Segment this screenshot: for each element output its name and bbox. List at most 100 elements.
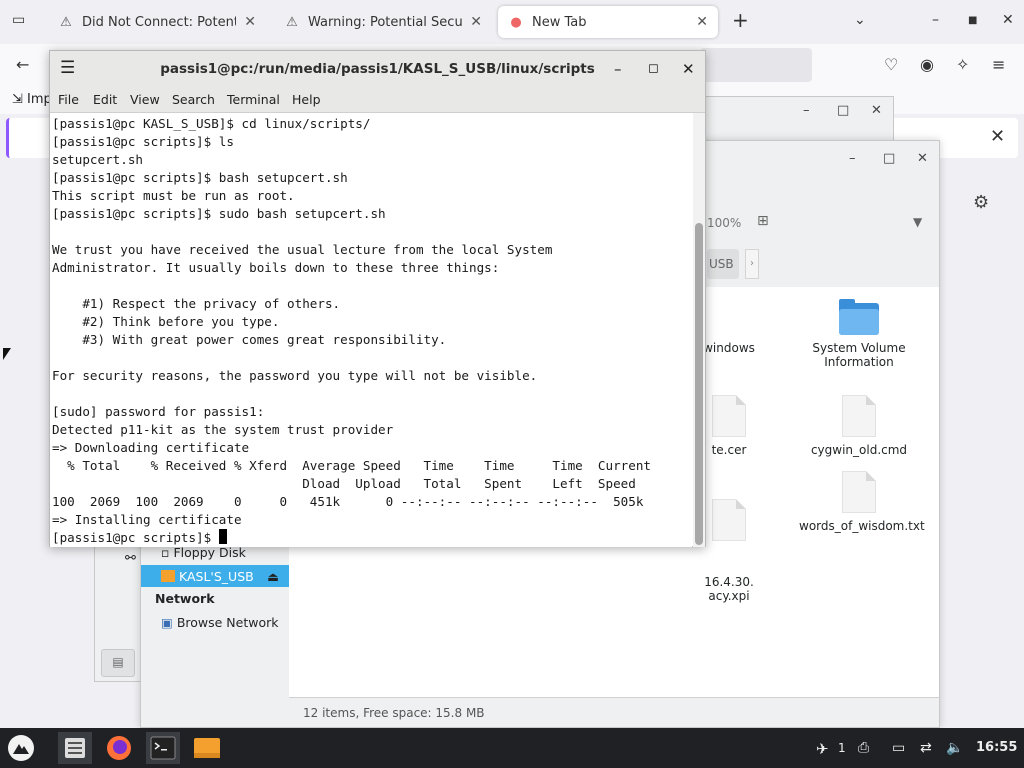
warning-icon: ⚠: [60, 14, 72, 30]
terminal-menubar: File Edit View Search Terminal Help: [50, 88, 705, 113]
file-item[interactable]: words_of_wisdom.txt: [799, 471, 925, 533]
usb-drive-icon: [161, 570, 175, 582]
document-icon: [842, 471, 876, 513]
file-manager-task[interactable]: [58, 732, 92, 764]
chevron-down-icon[interactable]: ⌄: [854, 12, 866, 28]
tab-did-not-connect[interactable]: ⚠ Did Not Connect: Potential Se ✕: [48, 6, 266, 38]
minimize-icon[interactable]: –: [614, 60, 622, 78]
url-bar[interactable]: [700, 48, 812, 82]
breadcrumb[interactable]: USB: [707, 249, 739, 279]
place-browse-network[interactable]: ▣ Browse Network: [141, 611, 289, 633]
notifications-icon[interactable]: ✈: [816, 740, 829, 758]
close-icon[interactable]: ✕: [871, 103, 882, 118]
eject-icon[interactable]: ⏏: [267, 569, 279, 584]
minimize-icon[interactable]: –: [932, 12, 939, 28]
printer-icon[interactable]: ⎙: [858, 740, 869, 756]
file-name: System Volume Information: [812, 341, 906, 369]
file-name: words_of_wisdom.txt: [799, 519, 925, 533]
file-name: cygwin_old.cmd: [810, 443, 908, 457]
place-usb[interactable]: KASL'S_USB ⏏: [141, 565, 289, 587]
import-bookmarks-button[interactable]: ⇲ Imp: [12, 92, 52, 107]
notification-count: 1: [838, 741, 846, 755]
terminal-line: [passis1@pc scripts]$ bash setupcert.sh: [52, 170, 348, 185]
terminal-line: Administrator. It usually boils down to …: [52, 260, 500, 275]
network-icon[interactable]: ⇄: [920, 740, 932, 756]
breadcrumb-label: USB: [709, 257, 734, 271]
close-tab-icon[interactable]: ✕: [696, 14, 708, 30]
terminal-line: Detected p11-kit as the system trust pro…: [52, 422, 394, 437]
terminal-window: ☰ passis1@pc:/run/media/passis1/KASL_S_U…: [49, 50, 706, 547]
terminal-output[interactable]: [passis1@pc KASL_S_USB]$ cd linux/script…: [50, 113, 692, 547]
extensions-icon[interactable]: ✧: [956, 55, 969, 74]
scrollbar[interactable]: [693, 113, 705, 547]
display-icon[interactable]: ▭: [892, 740, 905, 756]
file-item[interactable]: System Volume Information: [799, 299, 919, 369]
file-item[interactable]: cygwin_old.cmd: [799, 395, 919, 457]
document-icon: [712, 499, 746, 541]
network-icon: ▣: [161, 614, 173, 630]
account-icon[interactable]: ◉: [920, 55, 934, 74]
status-bar: 12 items, Free space: 15.8 MB: [289, 697, 939, 727]
close-icon[interactable]: ✕: [682, 60, 695, 78]
maximize-icon[interactable]: □: [837, 103, 849, 118]
firefox-icon[interactable]: [102, 732, 136, 764]
network-icon: ⚯: [125, 551, 136, 566]
minimize-icon[interactable]: –: [849, 151, 856, 166]
tab-new-tab[interactable]: ● New Tab ✕: [498, 6, 718, 38]
terminal-line: [passis1@pc KASL_S_USB]$ cd linux/script…: [52, 116, 371, 131]
terminal-task[interactable]: [146, 732, 180, 764]
close-tab-icon[interactable]: ✕: [470, 14, 482, 30]
taskbar: ✈ 1 ⎙ ▭ ⇄ 🔈 16:55: [0, 728, 1024, 768]
chevron-down-icon[interactable]: ▼: [913, 215, 922, 229]
minimize-icon[interactable]: –: [803, 103, 810, 118]
terminal-line: => Downloading certificate: [52, 440, 250, 455]
close-tab-icon[interactable]: ✕: [244, 14, 256, 30]
gear-icon[interactable]: ⚙: [973, 192, 989, 213]
new-tab-icon[interactable]: +: [732, 8, 749, 32]
usb-drive-icon[interactable]: [190, 732, 224, 764]
terminal-line: #3) With great power comes great respons…: [52, 332, 447, 347]
menu-help[interactable]: Help: [292, 92, 321, 107]
zoom-level: 100%: [707, 216, 742, 230]
menu-file[interactable]: File: [58, 92, 79, 107]
scrollbar-thumb[interactable]: [695, 223, 703, 545]
maximize-icon[interactable]: ◻: [648, 61, 659, 76]
menu-view[interactable]: View: [130, 92, 160, 107]
chevron-right-icon[interactable]: ›: [745, 249, 759, 279]
app-launcher-icon[interactable]: [4, 732, 38, 764]
terminal-cursor: [218, 529, 227, 544]
close-notification-icon[interactable]: ✕: [990, 126, 1005, 147]
terminal-line: #1) Respect the privacy of others.: [52, 296, 341, 311]
file-name: 16.4.30. acy.xpi: [704, 575, 754, 603]
terminal-titlebar[interactable]: ☰ passis1@pc:/run/media/passis1/KASL_S_U…: [50, 51, 705, 88]
terminal-line: We trust you have received the usual lec…: [52, 242, 553, 257]
terminal-line: This script must be run as root.: [52, 188, 295, 203]
close-window-icon[interactable]: ✕: [1002, 12, 1014, 28]
pocket-icon[interactable]: ♡: [884, 55, 898, 74]
maximize-icon[interactable]: ■: [968, 15, 977, 26]
tab-list-icon[interactable]: ▭: [12, 12, 25, 28]
close-icon[interactable]: ✕: [917, 151, 928, 166]
terminal-line: For security reasons, the password you t…: [52, 368, 538, 383]
volume-icon[interactable]: 🔈: [946, 740, 963, 756]
firefox-icon: ●: [510, 14, 522, 30]
terminal-line: => Installing certificate: [52, 512, 242, 527]
terminal-prompt: [passis1@pc scripts]$: [52, 530, 219, 545]
maximize-icon[interactable]: □: [883, 151, 895, 166]
menu-search[interactable]: Search: [172, 92, 215, 107]
terminal-line: [passis1@pc scripts]$ sudo bash setupcer…: [52, 206, 386, 221]
add-icon[interactable]: ⊞: [757, 213, 769, 229]
terminal-line: setupcert.sh: [52, 152, 143, 167]
back-arrow-icon[interactable]: ←: [16, 55, 29, 74]
folder-button[interactable]: ▤: [101, 649, 135, 677]
menu-terminal[interactable]: Terminal: [227, 92, 280, 107]
tab-title: New Tab: [532, 14, 587, 30]
browser-tab-bar: ▭ ⚠ Did Not Connect: Potential Se ✕ ⚠ Wa…: [0, 0, 1024, 44]
menu-icon[interactable]: ≡: [992, 55, 1005, 74]
warning-icon: ⚠: [286, 14, 298, 30]
clock[interactable]: 16:55: [976, 740, 1017, 755]
menu-edit[interactable]: Edit: [93, 92, 117, 107]
tab-warning-security[interactable]: ⚠ Warning: Potential Security R ✕: [274, 6, 492, 38]
